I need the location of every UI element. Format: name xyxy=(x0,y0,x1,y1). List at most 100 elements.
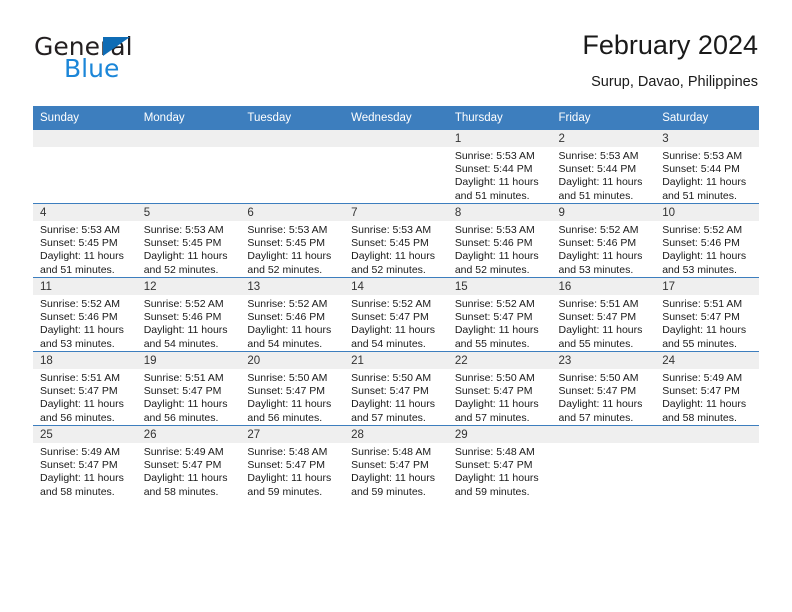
day-detail-line: Daylight: 11 hours xyxy=(351,324,435,337)
day-detail-line: Sunrise: 5:50 AM xyxy=(454,372,535,384)
day-detail-line: Sunset: 5:47 PM xyxy=(454,459,533,472)
day-number xyxy=(344,130,448,147)
calendar-day-cell[interactable]: 17 Sunrise: 5:51 AM Sunset: 5:47 PM Dayligh… xyxy=(655,277,759,352)
calendar-day-cell[interactable]: 15 Sunrise: 5:52 AM Sunset: 5:47 PM Dayligh… xyxy=(447,277,552,352)
day-number: 17 xyxy=(655,278,759,295)
day-detail-line: Sunrise: 5:52 AM xyxy=(247,298,328,310)
day-cell-inner: 23 Sunrise: 5:50 AM Sunset: 5:47 PM Dayligh… xyxy=(551,352,656,425)
calendar-header-row: Sunday Monday Tuesday Wednesday Thursday Frid… xyxy=(33,106,759,130)
calendar-day-cell[interactable]: 8 Sunrise: 5:53 AM Sunset: 5:46 PM Daylight… xyxy=(447,203,552,278)
day-number: 7 xyxy=(344,204,448,221)
day-detail-line: Daylight: 11 hours xyxy=(143,324,228,337)
calendar-day-cell[interactable]: 2 Sunrise: 5:53 AM Sunset: 5:44 PM Daylight… xyxy=(551,129,656,204)
day-detail-line: Sunset: 5:47 PM xyxy=(351,311,429,324)
calendar-day-cell[interactable]: 24 Sunrise: 5:49 AM Sunset: 5:47 PM Dayligh… xyxy=(655,351,759,426)
calendar-day-cell[interactable]: 27 Sunrise: 5:48 AM Sunset: 5:47 PM Dayligh… xyxy=(240,425,345,499)
calendar-day-cell[interactable]: 4 Sunrise: 5:53 AM Sunset: 5:45 PM Daylight… xyxy=(33,203,137,278)
day-number xyxy=(551,426,656,443)
day-detail-line: and 52 minutes. xyxy=(351,263,426,276)
calendar-day-cell[interactable]: 7 Sunrise: 5:53 AM Sunset: 5:45 PM Daylight… xyxy=(344,203,448,278)
day-cell-inner: 1 Sunrise: 5:53 AM Sunset: 5:44 PM Daylight… xyxy=(447,130,552,203)
day-cell-inner: 16 Sunrise: 5:51 AM Sunset: 5:47 PM Dayligh… xyxy=(551,278,656,351)
day-number: 4 xyxy=(33,204,137,221)
day-detail-line: Daylight: 11 hours xyxy=(143,398,228,411)
day-detail-line: and 57 minutes. xyxy=(454,411,530,424)
day-detail-line: Daylight: 11 hours xyxy=(40,324,124,337)
day-detail-line: Sunset: 5:46 PM xyxy=(143,311,222,324)
calendar-day-cell[interactable]: 9 Sunrise: 5:52 AM Sunset: 5:46 PM Daylight… xyxy=(551,203,656,278)
day-detail-line: Daylight: 11 hours xyxy=(662,176,747,189)
weekday-header-saturday: Saturday xyxy=(655,106,759,130)
calendar-day-cell[interactable]: 13 Sunrise: 5:52 AM Sunset: 5:46 PM Dayligh… xyxy=(240,277,345,352)
day-detail-line: and 52 minutes. xyxy=(454,263,530,276)
day-detail-line: and 59 minutes. xyxy=(351,485,426,498)
day-cell-inner: 9 Sunrise: 5:52 AM Sunset: 5:46 PM Daylight… xyxy=(551,204,656,277)
day-detail-line: Sunset: 5:44 PM xyxy=(454,163,533,176)
day-detail-line: Sunrise: 5:48 AM xyxy=(351,446,432,458)
calendar-day-cell[interactable]: 5 Sunrise: 5:53 AM Sunset: 5:45 PM Daylight… xyxy=(136,203,241,278)
sunrise-sunset-calendar: Sunday Monday Tuesday Wednesday Thursday Frid… xyxy=(33,106,759,499)
day-details: Sunrise: 5:51 AM Sunset: 5:47 PM Daylight:… xyxy=(655,295,759,351)
day-detail-line: Sunset: 5:47 PM xyxy=(351,459,429,472)
calendar-day-cell[interactable]: 1 Sunrise: 5:53 AM Sunset: 5:44 PM Daylight… xyxy=(447,129,552,204)
day-cell-inner: 29 Sunrise: 5:48 AM Sunset: 5:47 PM Dayligh… xyxy=(447,426,552,499)
calendar-day-cell[interactable]: 18 Sunrise: 5:51 AM Sunset: 5:47 PM Dayligh… xyxy=(33,351,137,426)
calendar-day-cell[interactable]: 23 Sunrise: 5:50 AM Sunset: 5:47 PM Dayligh… xyxy=(551,351,656,426)
day-number: 26 xyxy=(136,426,241,443)
day-detail-line: Daylight: 11 hours xyxy=(454,472,539,485)
day-cell-inner: 6 Sunrise: 5:53 AM Sunset: 5:45 PM Daylight… xyxy=(240,204,345,277)
calendar-day-cell[interactable]: 25 Sunrise: 5:49 AM Sunset: 5:47 PM Dayligh… xyxy=(33,425,137,499)
calendar-day-cell[interactable]: 10 Sunrise: 5:52 AM Sunset: 5:46 PM Dayligh… xyxy=(655,203,759,278)
day-details xyxy=(552,443,656,446)
day-detail-line: Sunset: 5:45 PM xyxy=(40,237,118,250)
calendar-day-cell[interactable]: 14 Sunrise: 5:52 AM Sunset: 5:47 PM Dayligh… xyxy=(344,277,448,352)
calendar-day-cell[interactable]: 26 Sunrise: 5:49 AM Sunset: 5:47 PM Dayligh… xyxy=(136,425,241,499)
day-detail-line: Daylight: 11 hours xyxy=(247,472,332,485)
calendar-day-cell[interactable]: 11 Sunrise: 5:52 AM Sunset: 5:46 PM Dayligh… xyxy=(33,277,137,352)
calendar-day-cell[interactable]: 3 Sunrise: 5:53 AM Sunset: 5:44 PM Daylight… xyxy=(655,129,759,204)
calendar-week-row: 18 Sunrise: 5:51 AM Sunset: 5:47 PM Dayligh… xyxy=(33,351,759,426)
day-details: Sunrise: 5:53 AM Sunset: 5:44 PM Daylight:… xyxy=(655,147,759,203)
calendar-day-cell[interactable]: 6 Sunrise: 5:53 AM Sunset: 5:45 PM Daylight… xyxy=(240,203,345,278)
day-cell-inner: 14 Sunrise: 5:52 AM Sunset: 5:47 PM Dayligh… xyxy=(344,278,448,351)
day-detail-line: and 55 minutes. xyxy=(454,337,530,350)
day-cell-inner: 12 Sunrise: 5:52 AM Sunset: 5:46 PM Dayligh… xyxy=(136,278,241,351)
title-block: February 2024 Surup, Davao, Philippines xyxy=(582,28,758,93)
day-cell-inner: 15 Sunrise: 5:52 AM Sunset: 5:47 PM Dayligh… xyxy=(447,278,552,351)
day-number: 21 xyxy=(344,352,448,369)
weekday-header-thursday: Thursday xyxy=(447,106,552,130)
calendar-day-cell[interactable]: 21 Sunrise: 5:50 AM Sunset: 5:47 PM Dayligh… xyxy=(344,351,448,426)
day-number: 12 xyxy=(136,278,241,295)
day-detail-line: and 57 minutes. xyxy=(558,411,634,424)
day-detail-line: Daylight: 11 hours xyxy=(662,324,747,337)
calendar-week-row: 11 Sunrise: 5:52 AM Sunset: 5:46 PM Dayligh… xyxy=(33,277,759,352)
calendar-day-cell[interactable]: 19 Sunrise: 5:51 AM Sunset: 5:47 PM Dayligh… xyxy=(136,351,241,426)
day-details: Sunrise: 5:50 AM Sunset: 5:47 PM Daylight:… xyxy=(344,369,448,425)
day-detail-line: and 54 minutes. xyxy=(247,337,323,350)
day-detail-line: Daylight: 11 hours xyxy=(143,250,228,263)
day-details: Sunrise: 5:53 AM Sunset: 5:44 PM Daylight:… xyxy=(448,147,552,203)
day-detail-line: Sunrise: 5:48 AM xyxy=(454,446,535,458)
day-detail-line: Daylight: 11 hours xyxy=(558,398,643,411)
calendar-day-cell[interactable]: 28 Sunrise: 5:48 AM Sunset: 5:47 PM Dayligh… xyxy=(344,425,448,499)
day-details: Sunrise: 5:49 AM Sunset: 5:47 PM Daylight:… xyxy=(137,443,241,499)
day-detail-line: Sunrise: 5:51 AM xyxy=(662,298,743,310)
day-detail-line: and 56 minutes. xyxy=(143,411,219,424)
day-cell-inner: 11 Sunrise: 5:52 AM Sunset: 5:46 PM Dayligh… xyxy=(33,278,137,351)
day-number: 16 xyxy=(551,278,656,295)
day-number: 11 xyxy=(33,278,137,295)
calendar-day-cell[interactable]: 29 Sunrise: 5:48 AM Sunset: 5:47 PM Dayligh… xyxy=(447,425,552,499)
calendar-day-cell[interactable]: 12 Sunrise: 5:52 AM Sunset: 5:46 PM Dayligh… xyxy=(136,277,241,352)
calendar-day-cell[interactable]: 16 Sunrise: 5:51 AM Sunset: 5:47 PM Dayligh… xyxy=(551,277,656,352)
day-detail-line: Sunrise: 5:52 AM xyxy=(40,298,120,310)
day-number: 14 xyxy=(344,278,448,295)
day-details: Sunrise: 5:53 AM Sunset: 5:44 PM Daylight:… xyxy=(552,147,656,203)
day-detail-line: Sunset: 5:46 PM xyxy=(454,237,533,250)
day-detail-line: and 58 minutes. xyxy=(40,485,115,498)
day-number: 10 xyxy=(655,204,759,221)
calendar-day-cell[interactable]: 22 Sunrise: 5:50 AM Sunset: 5:47 PM Dayligh… xyxy=(447,351,552,426)
day-cell-inner: 24 Sunrise: 5:49 AM Sunset: 5:47 PM Dayligh… xyxy=(655,352,759,425)
day-number: 18 xyxy=(33,352,137,369)
day-detail-line: Sunrise: 5:49 AM xyxy=(662,372,743,384)
calendar-day-cell[interactable]: 20 Sunrise: 5:50 AM Sunset: 5:47 PM Dayligh… xyxy=(240,351,345,426)
